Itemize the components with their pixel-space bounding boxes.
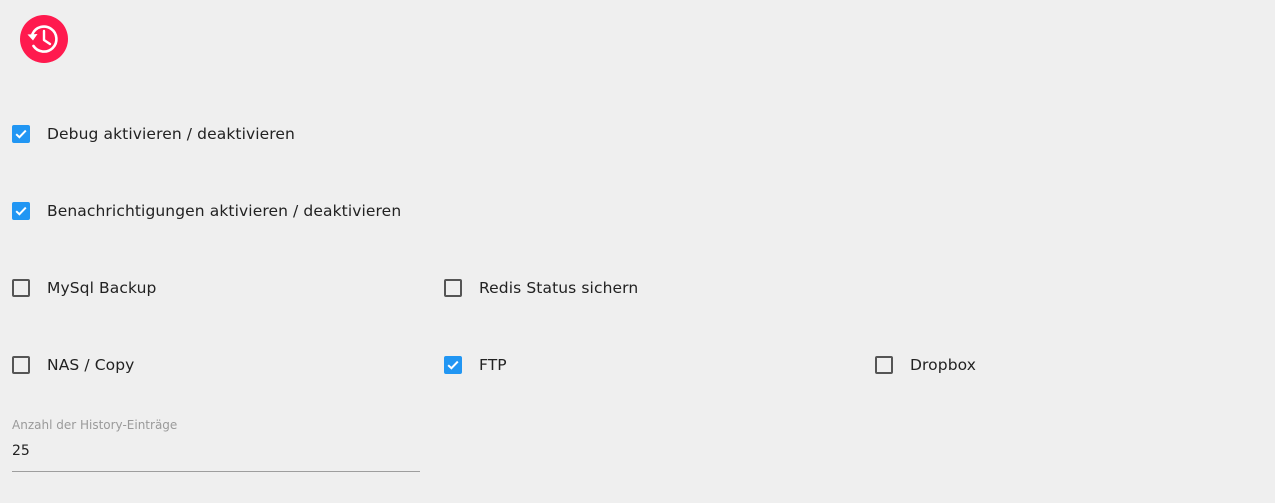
nas-copy-checkbox[interactable] xyxy=(12,356,30,374)
redis-backup-option[interactable]: Redis Status sichern xyxy=(444,276,638,300)
checkmark-icon xyxy=(15,129,27,139)
history-count-field: Anzahl der History-Einträge xyxy=(12,418,420,472)
history-count-label: Anzahl der History-Einträge xyxy=(12,418,178,432)
redis-backup-label[interactable]: Redis Status sichern xyxy=(479,279,638,297)
nas-copy-option[interactable]: NAS / Copy xyxy=(12,353,134,377)
dropbox-checkbox[interactable] xyxy=(875,356,893,374)
dropbox-option[interactable]: Dropbox xyxy=(875,353,976,377)
ftp-option[interactable]: FTP xyxy=(444,353,507,377)
mysql-backup-checkbox[interactable] xyxy=(12,279,30,297)
mysql-backup-label[interactable]: MySql Backup xyxy=(47,279,156,297)
checkmark-icon xyxy=(447,360,459,370)
checkmark-icon xyxy=(15,206,27,216)
history-count-input[interactable] xyxy=(12,443,420,472)
mysql-backup-option[interactable]: MySql Backup xyxy=(12,276,156,300)
ftp-checkbox[interactable] xyxy=(444,356,462,374)
notifications-option[interactable]: Benachrichtigungen aktivieren / deaktivi… xyxy=(12,199,401,223)
ftp-label[interactable]: FTP xyxy=(479,356,507,374)
debug-option[interactable]: Debug aktivieren / deaktivieren xyxy=(12,122,295,146)
debug-label[interactable]: Debug aktivieren / deaktivieren xyxy=(47,125,295,143)
notifications-checkbox[interactable] xyxy=(12,202,30,220)
nas-copy-label[interactable]: NAS / Copy xyxy=(47,356,134,374)
backup-history-logo-icon xyxy=(20,15,68,63)
redis-backup-checkbox[interactable] xyxy=(444,279,462,297)
backup-settings-panel: Debug aktivieren / deaktivieren Benachri… xyxy=(0,0,1275,503)
debug-checkbox[interactable] xyxy=(12,125,30,143)
notifications-label[interactable]: Benachrichtigungen aktivieren / deaktivi… xyxy=(47,202,401,220)
dropbox-label[interactable]: Dropbox xyxy=(910,356,976,374)
